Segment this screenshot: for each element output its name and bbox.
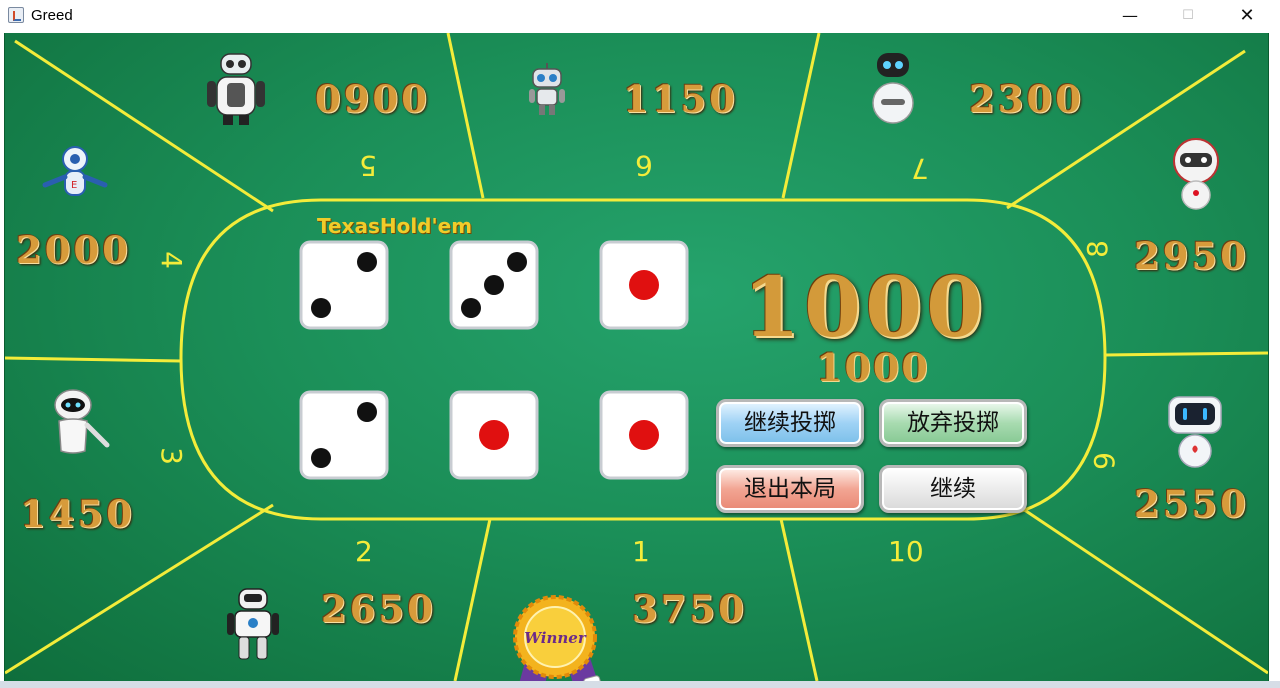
continue-button[interactable]: 继续 (879, 465, 1027, 513)
seat-5-score: 0900 (315, 77, 430, 121)
continue-label: 继续 (930, 476, 976, 502)
seat-6-robot-icon (529, 63, 565, 115)
die-pip (507, 252, 527, 272)
minimize-icon: — (1122, 6, 1138, 25)
die-face (299, 240, 389, 330)
game-table: 5 6 7 4 3 8 9 2 1 10 0900 1150 2300 2000… (4, 33, 1269, 681)
seat-number-6: 6 (635, 149, 653, 182)
seat-7-score: 2300 (969, 77, 1084, 121)
window-title: Greed (31, 7, 73, 24)
seat-number-4: 4 (154, 251, 188, 269)
die-pip (484, 275, 504, 295)
seat-number-10: 10 (888, 535, 924, 568)
pot-amount: 1000 (743, 260, 988, 356)
die-pip (357, 402, 377, 422)
close-button[interactable]: ✕ (1218, 0, 1276, 31)
seat-6-score: 1150 (623, 77, 738, 121)
seat-4-score: 2000 (16, 228, 131, 272)
maximize-button[interactable]: ☐ (1159, 0, 1217, 31)
die-2[interactable] (449, 240, 539, 330)
brand-label: TexasHold'em (317, 214, 473, 238)
seat-3-score: 1450 (20, 492, 135, 536)
seat-1-score: 3750 (632, 587, 747, 631)
die-pip (629, 270, 659, 300)
title-bar: Greed — ☐ ✕ (0, 0, 1280, 31)
maximize-icon: ☐ (1182, 8, 1194, 23)
continue-roll-label: 继续投掷 (744, 410, 836, 436)
pot-amount-secondary: 1000 (816, 345, 930, 390)
quit-round-button[interactable]: 退出本局 (716, 465, 864, 513)
minimize-button[interactable]: — (1101, 0, 1159, 31)
seat-4-robot-icon: E (42, 146, 108, 196)
winner-badge-icon: Winner (513, 595, 603, 681)
continue-roll-button[interactable]: 继续投掷 (716, 399, 864, 447)
die-pip (461, 298, 481, 318)
seat-number-5: 5 (359, 149, 377, 182)
seat-number-3: 3 (154, 447, 188, 465)
die-pip (479, 420, 509, 450)
svg-text:E: E (71, 180, 77, 191)
seat-number-9: 9 (1087, 452, 1121, 470)
java-app-icon (8, 7, 24, 23)
die-4[interactable] (299, 390, 389, 480)
die-pip (311, 448, 331, 468)
table-lines (5, 33, 1268, 681)
seat-5-robot-icon (207, 53, 265, 125)
seat-number-8: 8 (1080, 240, 1114, 258)
give-up-roll-button[interactable]: 放弃投掷 (879, 399, 1027, 447)
winner-badge-label: Winner (524, 629, 587, 647)
die-3[interactable] (599, 240, 689, 330)
window-bottom-edge (0, 681, 1280, 688)
seat-number-1: 1 (632, 535, 650, 568)
die-pip (357, 252, 377, 272)
close-icon: ✕ (1239, 5, 1255, 26)
seat-3-robot-icon (54, 389, 110, 454)
die-5[interactable] (449, 390, 539, 480)
seat-2-robot-icon (227, 588, 279, 660)
seat-number-7: 7 (911, 152, 929, 185)
die-pip (629, 420, 659, 450)
give-up-roll-label: 放弃投掷 (907, 410, 999, 436)
die-1[interactable] (299, 240, 389, 330)
seat-7-robot-icon (872, 53, 914, 124)
quit-round-label: 退出本局 (744, 476, 836, 502)
seat-9-score: 2550 (1134, 482, 1249, 526)
seat-8-score: 2950 (1134, 234, 1249, 278)
seat-number-2: 2 (355, 535, 373, 568)
seat-9-robot-icon (1168, 396, 1222, 468)
die-face (299, 390, 389, 480)
die-6[interactable] (599, 390, 689, 480)
seat-2-score: 2650 (321, 587, 436, 631)
seat-8-robot-icon (1173, 138, 1219, 210)
die-pip (311, 298, 331, 318)
